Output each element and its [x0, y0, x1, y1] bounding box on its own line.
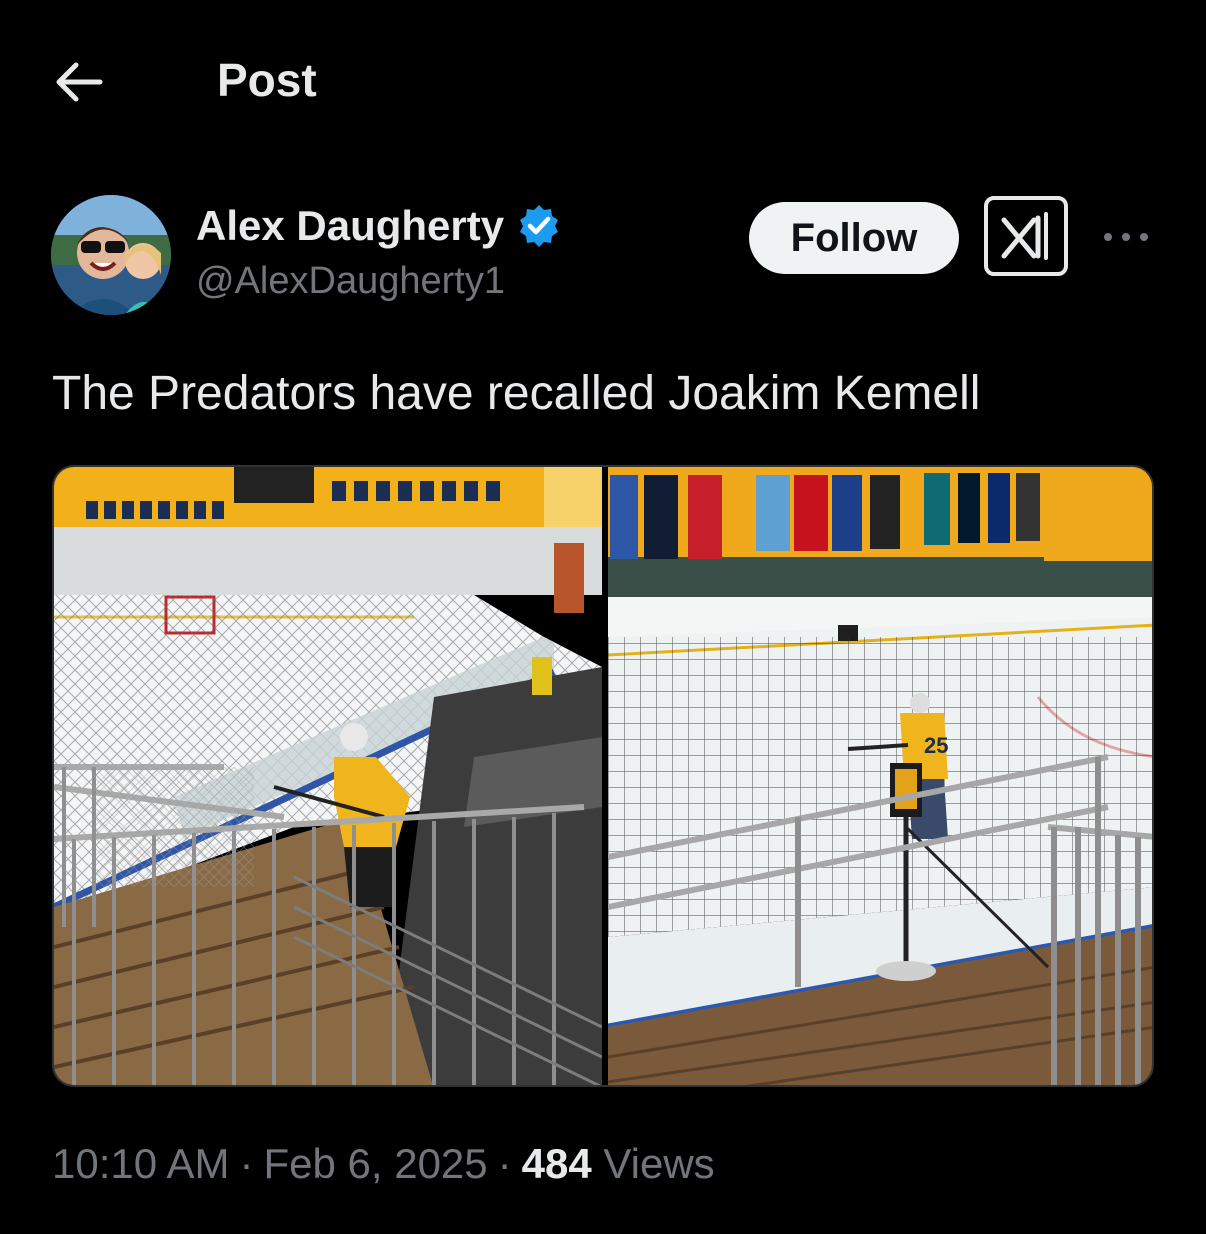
author-handle[interactable]: @AlexDaugherty1: [196, 260, 562, 303]
separator: ·: [239, 1140, 254, 1187]
avatar-image: [51, 195, 171, 315]
photo-rink-stairs[interactable]: [54, 467, 603, 1085]
grok-icon: [1001, 212, 1048, 260]
back-button[interactable]: [52, 55, 106, 109]
post-time[interactable]: 10:10 AM: [52, 1140, 229, 1187]
photo-rink-net[interactable]: 25: [607, 467, 1152, 1085]
author-names: Alex Daugherty @AlexDaugherty1: [196, 198, 562, 303]
display-name[interactable]: Alex Daugherty: [196, 202, 504, 250]
post-date[interactable]: Feb 6, 2025: [263, 1140, 487, 1187]
page-title: Post: [217, 54, 317, 106]
post-meta: 10:10 AM · Feb 6, 2025 · 484 Views: [52, 1140, 715, 1188]
verified-badge-icon: [520, 205, 559, 247]
post-media: 25: [52, 465, 1154, 1087]
more-button[interactable]: [1100, 220, 1152, 254]
arrow-left-icon: [56, 62, 103, 102]
more-icon: [1104, 233, 1148, 241]
svg-text:25: 25: [924, 733, 948, 758]
top-bar: Post: [0, 0, 1206, 160]
follow-button[interactable]: Follow: [749, 202, 959, 274]
post-text: The Predators have recalled Joakim Kemel…: [52, 367, 981, 420]
views-count[interactable]: 484: [522, 1140, 592, 1187]
views-label: Views: [603, 1140, 715, 1187]
author-row: Alex Daugherty @AlexDaugherty1 Follow: [0, 190, 1206, 320]
avatar[interactable]: [51, 195, 171, 315]
separator: ·: [497, 1140, 512, 1187]
grok-button[interactable]: [984, 196, 1068, 276]
